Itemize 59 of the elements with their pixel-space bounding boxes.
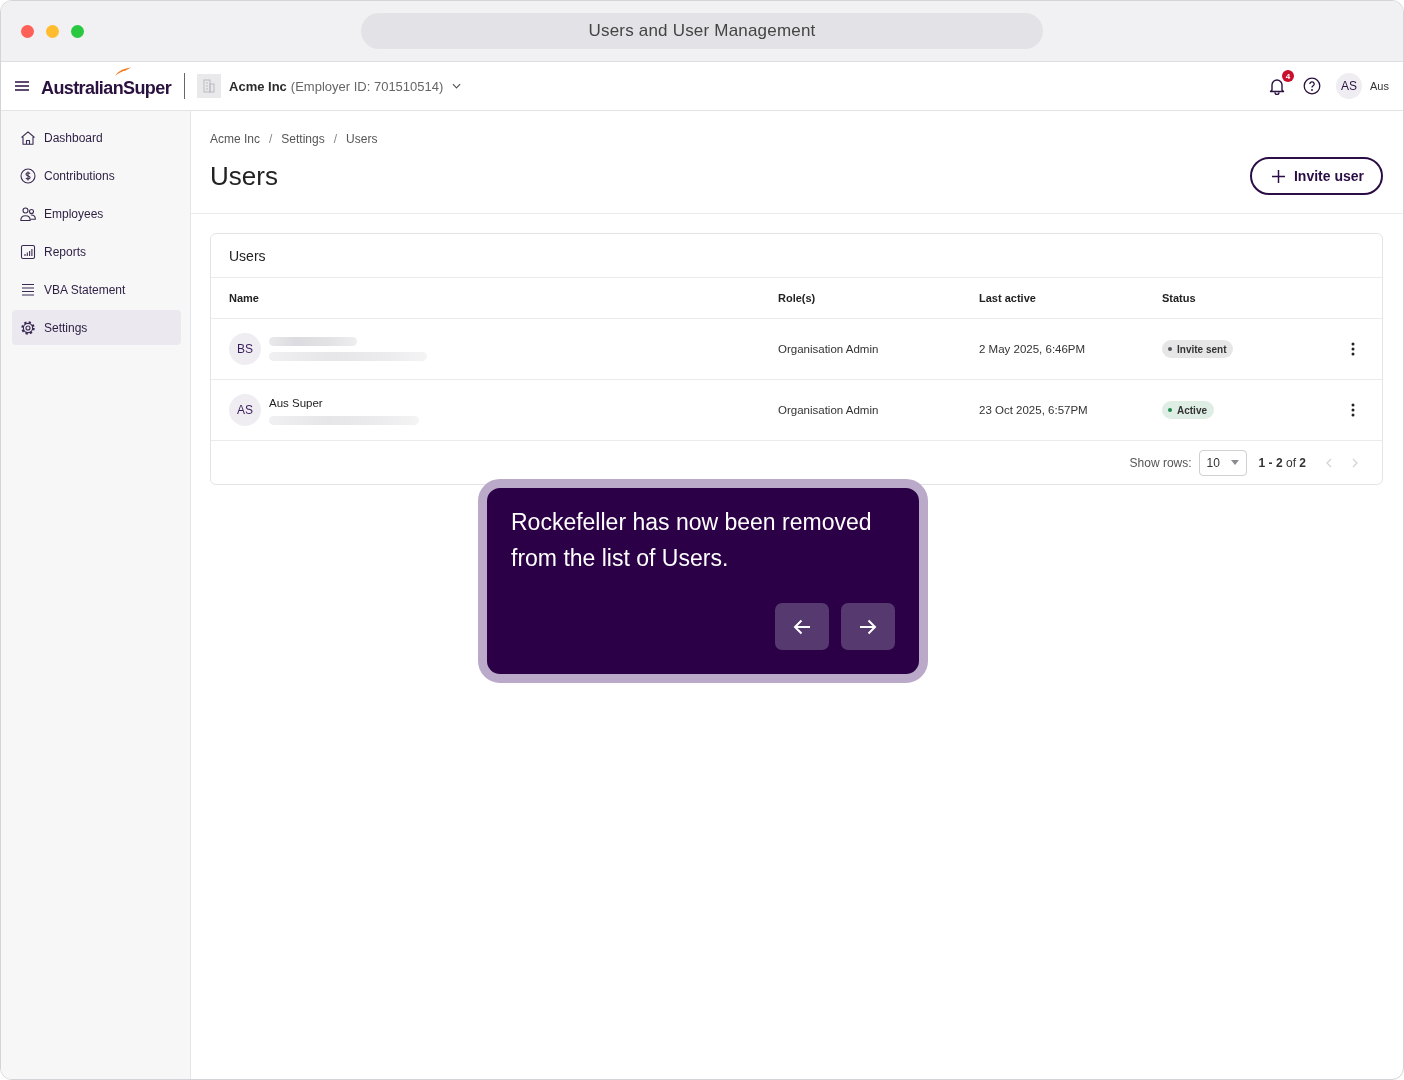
stacked-lines-icon bbox=[20, 281, 36, 298]
dollar-icon bbox=[20, 167, 36, 184]
invite-user-button[interactable]: Invite user bbox=[1249, 157, 1383, 195]
caret-icon bbox=[1230, 460, 1239, 465]
role-cell-text: Organisation Admin bbox=[778, 343, 880, 355]
arrow-left-icon bbox=[793, 618, 811, 635]
more-options-icon[interactable] bbox=[1351, 342, 1355, 356]
bar-chart-icon bbox=[20, 243, 36, 260]
pagination-range: 1 - 2 of 2 bbox=[1258, 455, 1306, 470]
building-icon bbox=[197, 74, 222, 98]
people-icon bbox=[20, 205, 36, 222]
nav-item[interactable]: Employees bbox=[12, 196, 181, 231]
window-title: Users and User Management bbox=[361, 13, 1043, 49]
last-active-cell-text: 23 Oct 2025, 6:57PM bbox=[979, 404, 1089, 416]
last-active-cell-text: 2 May 2025, 6:46PM bbox=[979, 343, 1087, 355]
column-header: Status bbox=[1162, 292, 1197, 304]
company-name: Acme Inc bbox=[229, 78, 287, 94]
rows-per-page-select[interactable]: 10 bbox=[1198, 449, 1247, 476]
user-avatar: AS bbox=[229, 394, 261, 426]
next-button[interactable] bbox=[841, 603, 895, 650]
plus-icon bbox=[1271, 169, 1285, 183]
logo[interactable]: AustralianSuper bbox=[41, 78, 172, 98]
employer-id: (Employer ID: 701510514) bbox=[290, 78, 444, 94]
nav-item[interactable]: Reports bbox=[12, 234, 181, 269]
bell-icon[interactable] bbox=[1268, 77, 1287, 95]
user-name: Aus Super bbox=[269, 395, 324, 410]
breadcrumb-separator: / bbox=[333, 131, 338, 147]
notification-count: 4 bbox=[1282, 70, 1295, 82]
settings-icon bbox=[20, 319, 36, 336]
card-title: Users bbox=[229, 247, 266, 264]
breadcrumb-separator: / bbox=[269, 131, 273, 147]
arrow-right-icon bbox=[859, 618, 877, 635]
user-avatar[interactable]: AS bbox=[1336, 73, 1363, 99]
help-icon[interactable] bbox=[1303, 77, 1322, 95]
swoosh-icon bbox=[114, 66, 132, 77]
show-rows-label: Show rows: bbox=[1129, 455, 1192, 470]
close-window-icon[interactable] bbox=[21, 24, 34, 38]
nav-item[interactable]: VBA Statement bbox=[12, 272, 181, 307]
home-icon bbox=[20, 129, 36, 146]
column-header: Last active bbox=[979, 292, 1037, 304]
menu-icon[interactable] bbox=[15, 81, 29, 91]
breadcrumb-current: Users bbox=[346, 131, 378, 147]
nav-item[interactable]: Settings bbox=[12, 310, 181, 345]
breadcrumb-link[interactable]: Acme Inc bbox=[210, 131, 260, 147]
breadcrumb-link[interactable]: Settings bbox=[281, 131, 325, 147]
tooltip-text: Rockefeller has now been removed from the list of Users. bbox=[511, 508, 873, 573]
nav-item[interactable]: Contributions bbox=[12, 158, 181, 193]
chevron-down-icon[interactable] bbox=[452, 83, 462, 89]
user-avatar: BS bbox=[229, 333, 261, 365]
user-name[interactable]: Aus bbox=[1370, 80, 1389, 92]
role-cell-text: Organisation Admin bbox=[778, 404, 880, 416]
column-header: Role(s) bbox=[778, 292, 817, 304]
status-label: Invite sent bbox=[1177, 343, 1227, 355]
page-title: Users bbox=[210, 160, 278, 192]
back-button[interactable] bbox=[775, 603, 829, 650]
status-label: Active bbox=[1177, 404, 1207, 416]
column-header: Name bbox=[229, 292, 260, 304]
more-options-icon[interactable] bbox=[1351, 403, 1355, 417]
nav-item[interactable]: Dashboard bbox=[12, 120, 181, 155]
